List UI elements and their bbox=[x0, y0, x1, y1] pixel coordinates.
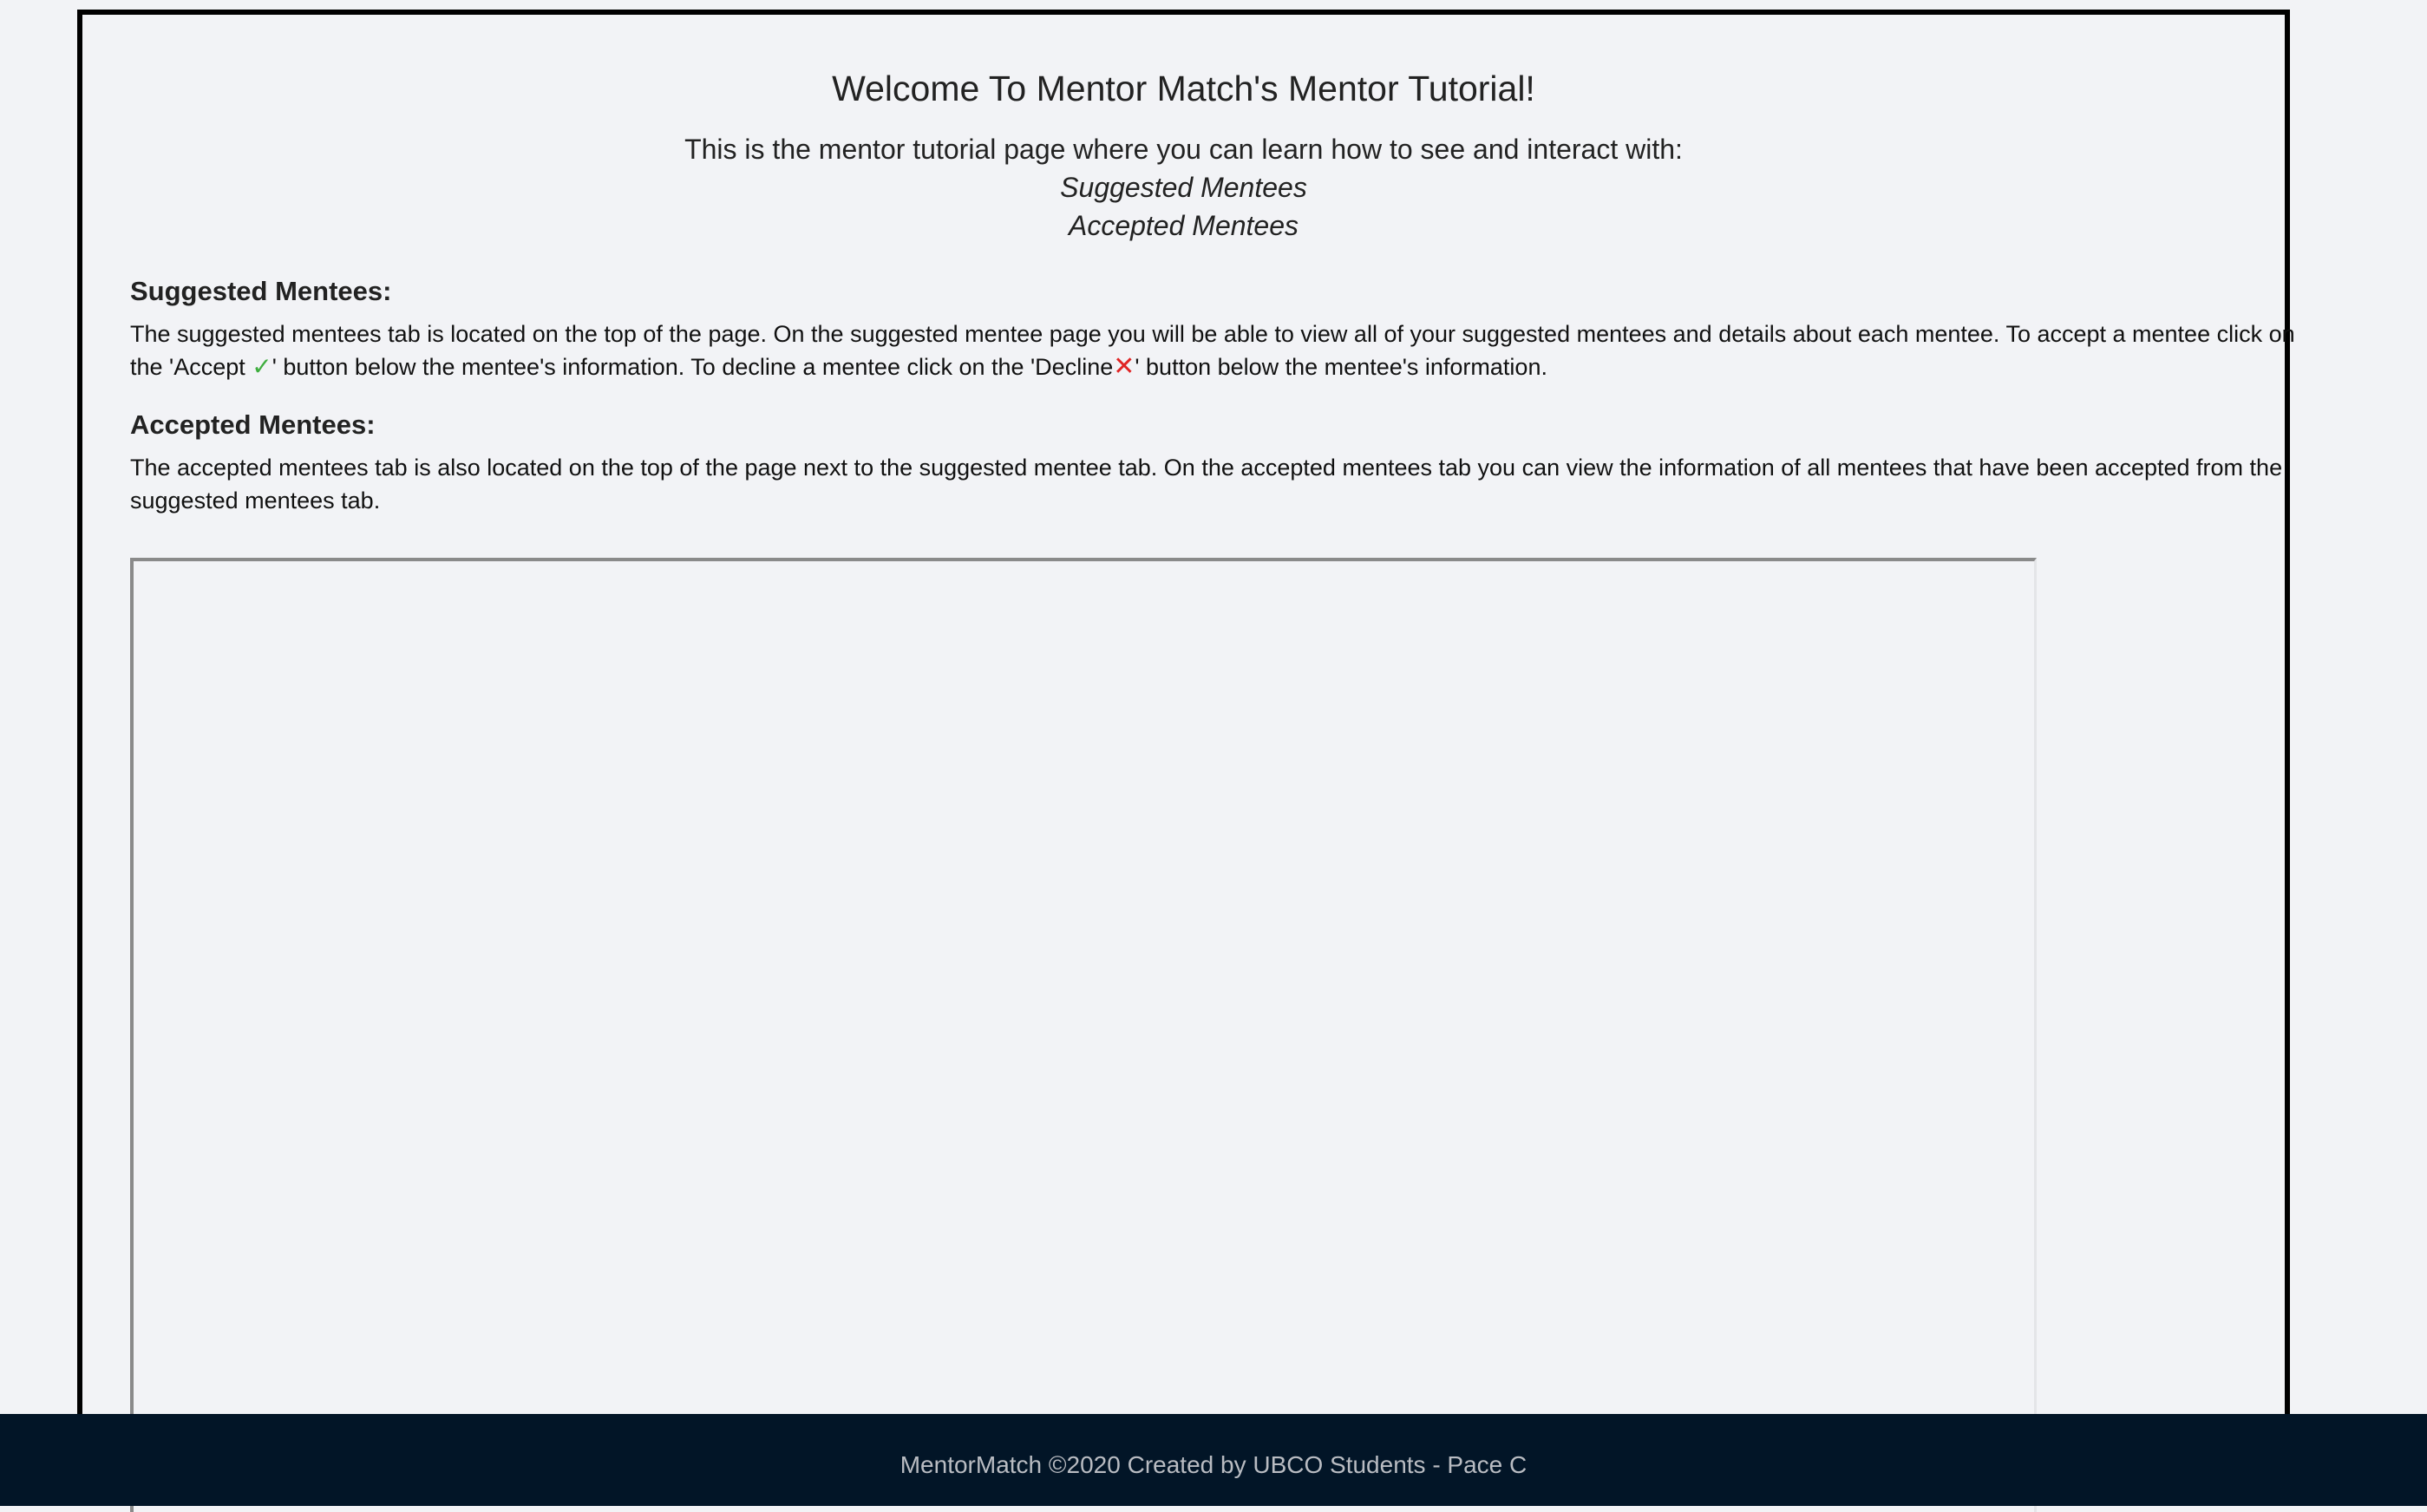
accepted-mentees-heading: Accepted Mentees: bbox=[130, 409, 376, 440]
suggested-mentees-heading: Suggested Mentees: bbox=[130, 276, 392, 306]
intro-text: This is the mentor tutorial page where y… bbox=[684, 134, 1683, 165]
checkmark-icon: ✓ bbox=[252, 353, 272, 380]
tutorial-container: Welcome To Mentor Match's Mentor Tutoria… bbox=[77, 10, 2295, 1512]
page-title: Welcome To Mentor Match's Mentor Tutoria… bbox=[832, 69, 1535, 108]
topic-suggested-mentees: Suggested Mentees bbox=[1060, 172, 1307, 203]
tutorial-content: Welcome To Mentor Match's Mentor Tutoria… bbox=[130, 15, 2295, 1512]
footer-text: MentorMatch ©2020 Created by UBCO Studen… bbox=[899, 1451, 1528, 1478]
accepted-mentees-description: The accepted mentees tab is also located… bbox=[130, 455, 2283, 514]
suggested-text-part3: ' button below the mentee's information. bbox=[1135, 354, 1547, 380]
topic-accepted-mentees: Accepted Mentees bbox=[1068, 210, 1299, 241]
suggested-text-part2: ' button below the mentee's information.… bbox=[271, 354, 1114, 380]
cross-icon: ✕ bbox=[1113, 352, 1135, 381]
intro-block: This is the mentor tutorial page where y… bbox=[130, 130, 2237, 245]
footer: MentorMatch ©2020 Created by UBCO Studen… bbox=[0, 1414, 2427, 1506]
suggested-mentees-description: The suggested mentees tab is located on … bbox=[130, 317, 2299, 383]
tutorial-video-frame[interactable] bbox=[130, 558, 2037, 1512]
